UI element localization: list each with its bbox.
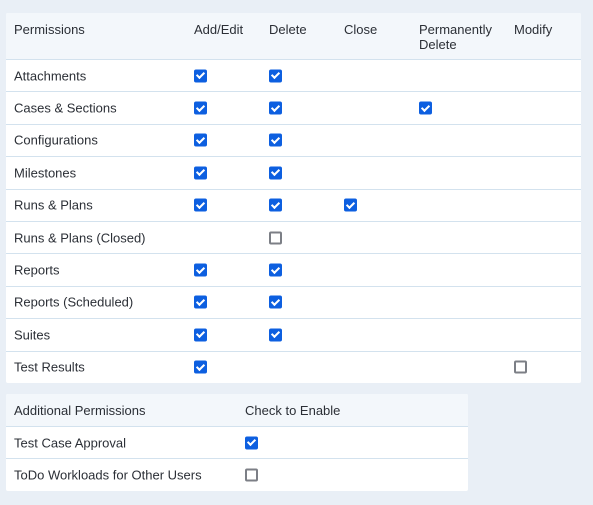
checkbox-add-edit[interactable] [194,328,207,342]
permissions-table-header: Permissions Add/Edit Delete Close Perman… [6,13,581,60]
permission-label: Attachments [14,68,87,84]
permission-label: Cases & Sections [14,100,117,116]
checkbox-delete[interactable] [269,328,282,342]
table-row: Reports (Scheduled) [6,287,581,320]
column-header-add-edit: Add/Edit [194,22,244,37]
table-row: Suites [6,319,581,352]
column-header-additional-permissions: Additional Permissions [14,403,146,418]
checkbox-add-edit[interactable] [194,101,207,115]
permissions-table-body: Attachments Cases & Sections Configuration… [6,60,581,383]
checkbox-delete[interactable] [269,69,282,83]
checkbox-add-edit[interactable] [194,198,207,212]
checkbox-close[interactable] [344,198,357,212]
checkbox-add-edit[interactable] [194,166,207,180]
checkbox-add-edit[interactable] [194,295,207,309]
permission-label: Configurations [14,132,98,148]
table-row: Test Case Approval [6,427,468,460]
checkbox-delete[interactable] [269,133,282,147]
column-header-modify: Modify [514,22,553,37]
column-header-permissions: Permissions [14,22,85,37]
additional-permissions-body: Test Case Approval ToDo Workloads for Oth… [6,427,468,491]
table-row: Test Results [6,352,581,383]
table-row: Attachments [6,60,581,93]
checkbox-delete[interactable] [269,198,282,212]
column-header-check-to-enable: Check to Enable [245,403,341,418]
additional-permission-label: Test Case Approval [14,435,127,451]
checkbox-add-edit[interactable] [194,263,207,277]
permission-label: Test Results [14,359,85,375]
column-header-delete: Delete [269,22,307,37]
checkbox-delete[interactable] [269,295,282,309]
table-row: ToDo Workloads for Other Users [6,459,468,490]
column-header-close: Close [344,22,378,37]
permission-label: Reports (Scheduled) [14,294,134,310]
permissions-table: Permissions Add/Edit Delete Close Perman… [6,13,581,383]
permission-label: Suites [14,327,51,343]
table-row: Milestones [6,157,581,190]
checkbox-add-edit[interactable] [194,133,207,147]
additional-permission-label: ToDo Workloads for Other Users [14,467,202,483]
checkbox-enable[interactable] [245,436,258,450]
checkbox-modify[interactable] [514,360,527,374]
table-row: Reports [6,254,581,287]
checkbox-permanently-delete[interactable] [419,101,432,115]
checkbox-delete[interactable] [269,263,282,277]
checkbox-add-edit[interactable] [194,360,207,374]
checkbox-enable[interactable] [245,468,258,482]
additional-permissions-table: Additional Permissions Check to Enable T… [6,394,468,491]
permission-label: Reports [14,262,60,278]
column-header-permanently-delete: Permanently Delete [419,22,492,52]
checkbox-delete[interactable] [269,166,282,180]
checkbox-delete[interactable] [269,231,282,245]
table-row: Runs & Plans [6,190,581,222]
table-row: Configurations [6,125,581,158]
permission-label: Runs & Plans [14,197,93,213]
permission-label: Milestones [14,165,77,181]
checkbox-delete[interactable] [269,101,282,115]
additional-permissions-header: Additional Permissions Check to Enable [6,394,468,427]
table-row: Runs & Plans (Closed) [6,222,581,255]
checkbox-add-edit[interactable] [194,69,207,83]
table-row: Cases & Sections [6,92,581,125]
permission-label: Runs & Plans (Closed) [14,230,146,246]
